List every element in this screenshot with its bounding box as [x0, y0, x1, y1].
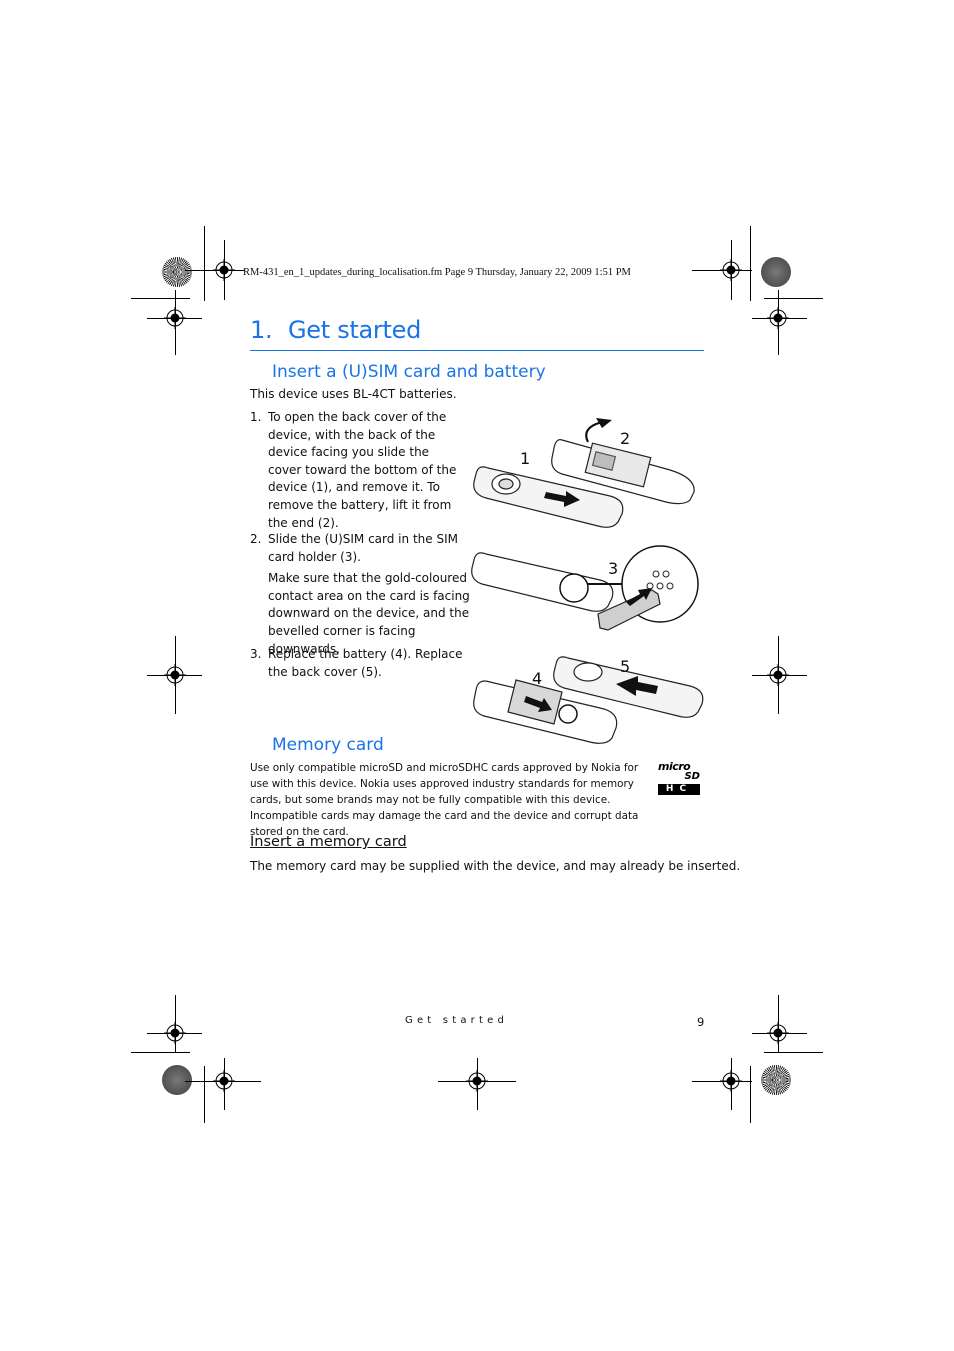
step-text: To open the back cover of the device, wi… [268, 410, 457, 530]
section-heading-sim: Insert a (U)SIM card and battery [272, 362, 546, 382]
crop-mark [752, 318, 807, 319]
color-target-icon [162, 257, 192, 287]
illustration-label: 3 [608, 559, 618, 578]
section-heading-memory: Memory card [272, 735, 384, 755]
chapter-title-text: Get started [288, 316, 422, 344]
crop-mark [131, 298, 190, 299]
crop-mark [131, 1052, 190, 1053]
step-number: 2. [250, 532, 262, 546]
illustration-label: 5 [620, 657, 630, 676]
color-target-icon [162, 1065, 192, 1095]
step-item: 3. Replace the battery (4). Replace the … [250, 646, 472, 681]
illustration-label: 2 [620, 429, 630, 448]
crop-mark [731, 240, 732, 300]
crop-mark [175, 636, 176, 714]
logo-line-hc: HC [658, 784, 700, 795]
lift-arrow-icon [585, 420, 603, 443]
chapter-number: 1. [250, 316, 273, 344]
crop-mark [692, 1081, 752, 1082]
crop-mark [477, 1058, 478, 1110]
crop-mark [224, 240, 225, 300]
memory-card-paragraph: Use only compatible microSD and microSDH… [250, 762, 639, 838]
crop-mark [764, 298, 823, 299]
crop-mark [778, 290, 779, 355]
chapter-title: 1. Get started [250, 316, 421, 344]
crop-mark [175, 290, 176, 355]
chapter-rule [250, 350, 704, 351]
illustration-insert-sim: 3 [471, 545, 699, 631]
crop-mark [185, 1081, 261, 1082]
insert-memory-card-paragraph: The memory card may be supplied with the… [250, 859, 741, 873]
crop-mark [778, 995, 779, 1052]
subsection-heading-insert-memory-card: Insert a memory card [250, 834, 407, 850]
footer-section-label: Get started [405, 1015, 508, 1026]
crop-mark [752, 675, 807, 676]
crop-mark [204, 226, 205, 301]
color-target-icon [761, 257, 791, 287]
step-note: Make sure that the gold-coloured contact… [268, 571, 470, 656]
color-target-icon [761, 1065, 791, 1095]
microsdhc-logo-icon: micro SD HC [658, 761, 700, 796]
step-item: 1. To open the back cover of the device,… [250, 409, 464, 532]
crop-mark [224, 1058, 225, 1110]
crop-mark [750, 1066, 751, 1123]
crop-mark [731, 1058, 732, 1110]
logo-line-sd: SD [684, 771, 700, 782]
illustration-replace-battery: 4 5 [473, 656, 704, 744]
crop-mark [764, 1052, 823, 1053]
illustration-label: 1 [520, 449, 530, 468]
crop-mark [750, 226, 751, 301]
phone-body-sim [471, 552, 614, 612]
step-number: 3. [250, 647, 262, 661]
crop-mark [175, 995, 176, 1052]
section-intro: This device uses BL-4CT batteries. [250, 387, 457, 401]
crop-mark [778, 636, 779, 714]
illustration-open-cover: 2 1 [473, 418, 695, 528]
crop-mark [185, 270, 245, 271]
step-item: 2. Slide the (U)SIM card in the SIM card… [250, 531, 478, 658]
print-header: RM-431_en_1_updates_during_localisation.… [243, 267, 631, 278]
illustration-label: 4 [532, 669, 542, 688]
step-text: Slide the (U)SIM card in the SIM card ho… [268, 532, 458, 564]
crop-mark [692, 270, 752, 271]
page-number: 9 [697, 1015, 705, 1029]
step-number: 1. [250, 410, 262, 424]
crop-mark [752, 1033, 807, 1034]
crop-mark [204, 1066, 205, 1123]
step-text: Replace the battery (4). Replace the bac… [268, 647, 463, 679]
